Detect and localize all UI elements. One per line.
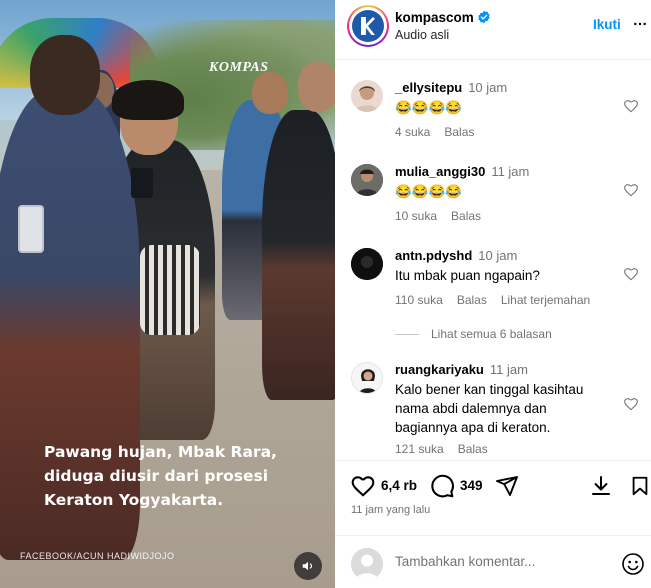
video-caption: Pawang hujan, Mbak Rara, diduga diusir d… — [44, 440, 314, 512]
video-credit: FACEBOOK/ACUN HADIWIDJOJO — [20, 551, 175, 561]
account-name[interactable]: kompascom — [395, 10, 474, 25]
comment-bubble-icon[interactable] — [429, 473, 455, 499]
video-frame-person-head — [298, 62, 335, 112]
video-watermark: KOMPAS — [209, 60, 269, 75]
comment-username[interactable]: antn.pdyshd — [395, 248, 472, 263]
comment-reply-button[interactable]: Balas — [458, 442, 488, 456]
post-header: kompascom Audio asli Ikuti — [335, 0, 651, 60]
comment-like-heart-icon[interactable] — [623, 98, 639, 114]
comment-input[interactable] — [395, 554, 595, 569]
share-paper-plane-icon[interactable] — [495, 473, 519, 499]
video-frame-person-head — [252, 72, 288, 114]
comment-text: 😂😂😂😂 — [395, 100, 463, 115]
like-heart-icon[interactable] — [350, 473, 376, 499]
comment-text: Kalo bener kan tinggal kasihtau nama abd… — [395, 382, 584, 435]
comment-item: mulia_anggi30 11 jam 😂😂😂😂 10 suka Balas — [335, 160, 651, 230]
kompas-logo — [352, 10, 384, 42]
video-frame-person — [262, 110, 335, 400]
comment-reply-button[interactable]: Balas — [451, 209, 481, 223]
comment-like-heart-icon[interactable] — [623, 266, 639, 282]
comment-item: _ellysitepu 10 jam 😂😂😂😂 4 suka Balas — [335, 76, 651, 146]
avatar-photo — [355, 86, 379, 112]
commenter-avatar[interactable] — [351, 164, 383, 196]
comment-likes[interactable]: 110 suka — [395, 293, 443, 307]
save-bookmark-icon[interactable] — [629, 473, 651, 499]
download-icon[interactable] — [589, 473, 613, 499]
video-frame-phone — [18, 205, 44, 253]
video-frame-phone — [131, 168, 153, 198]
sound-toggle-button[interactable] — [294, 552, 322, 580]
post-panel: kompascom Audio asli Ikuti _ellysitepu 10… — [335, 0, 651, 588]
comment-like-heart-icon[interactable] — [623, 182, 639, 198]
comment-item: ruangkariyaku 11 jam Kalo bener kan tingg… — [335, 358, 651, 458]
comment-like-heart-icon[interactable] — [623, 396, 639, 412]
view-replies-button[interactable]: Lihat semua 6 balasan — [395, 327, 552, 341]
comment-time: 10 jam — [468, 80, 508, 95]
avatar-photo — [352, 363, 382, 393]
comment-username[interactable]: ruangkariyaku — [395, 362, 484, 377]
comment-time: 10 jam — [478, 248, 518, 263]
comment-username[interactable]: mulia_anggi30 — [395, 164, 485, 179]
comment-composer — [335, 535, 651, 588]
comment-reply-button[interactable]: Balas — [444, 125, 474, 139]
comment-likes[interactable]: 10 suka — [395, 209, 437, 223]
avatar-photo — [351, 164, 383, 196]
post-timestamp: 11 jam yang lalu — [351, 504, 431, 516]
comment-time: 11 jam — [489, 362, 528, 377]
commenter-avatar[interactable] — [351, 362, 383, 394]
commenter-avatar[interactable] — [351, 80, 383, 112]
emoji-icon[interactable] — [621, 552, 645, 576]
video-caption-line: diduga diusir dari prosesi — [44, 467, 269, 485]
likes-count[interactable]: 6,4 rb — [381, 478, 417, 493]
comment-username[interactable]: _ellysitepu — [395, 80, 462, 95]
video-caption-line: Keraton Yogyakarta. — [44, 491, 224, 509]
comment-likes[interactable]: 121 suka — [395, 442, 444, 456]
account-avatar[interactable] — [347, 5, 389, 47]
video-player[interactable]: KOMPAS Pawang hujan, Mbak Rara, diduga d… — [0, 0, 335, 588]
comment-likes[interactable]: 4 suka — [395, 125, 430, 139]
post-actions-bar: 6,4 rb 349 — [335, 460, 651, 510]
video-frame-person-hair — [112, 80, 184, 120]
follow-button[interactable]: Ikuti — [593, 17, 621, 32]
verified-badge-icon — [478, 10, 490, 24]
current-user-avatar — [351, 548, 383, 580]
comment-text: 😂😂😂😂 — [395, 184, 463, 199]
comment-reply-button[interactable]: Balas — [457, 293, 487, 307]
default-user-icon — [351, 548, 383, 580]
translate-link[interactable]: Lihat terjemahan — [501, 293, 590, 307]
video-caption-line: Pawang hujan, Mbak Rara, — [44, 443, 277, 461]
avatar-photo — [351, 248, 383, 280]
comments-list[interactable]: _ellysitepu 10 jam 😂😂😂😂 4 suka Balas mulia… — [335, 62, 651, 460]
audio-label[interactable]: Audio asli — [395, 28, 449, 42]
speaker-icon — [302, 561, 313, 571]
video-frame-person-head — [30, 35, 100, 115]
video-frame-bag — [140, 245, 200, 335]
commenter-avatar[interactable] — [351, 248, 383, 280]
comment-text: Itu mbak puan ngapain? — [395, 268, 540, 283]
comment-time: 11 jam — [491, 164, 530, 179]
more-options-icon[interactable] — [631, 16, 649, 32]
comments-count[interactable]: 349 — [460, 478, 483, 493]
comment-item: antn.pdyshd 10 jam Itu mbak puan ngapain?… — [335, 244, 651, 344]
